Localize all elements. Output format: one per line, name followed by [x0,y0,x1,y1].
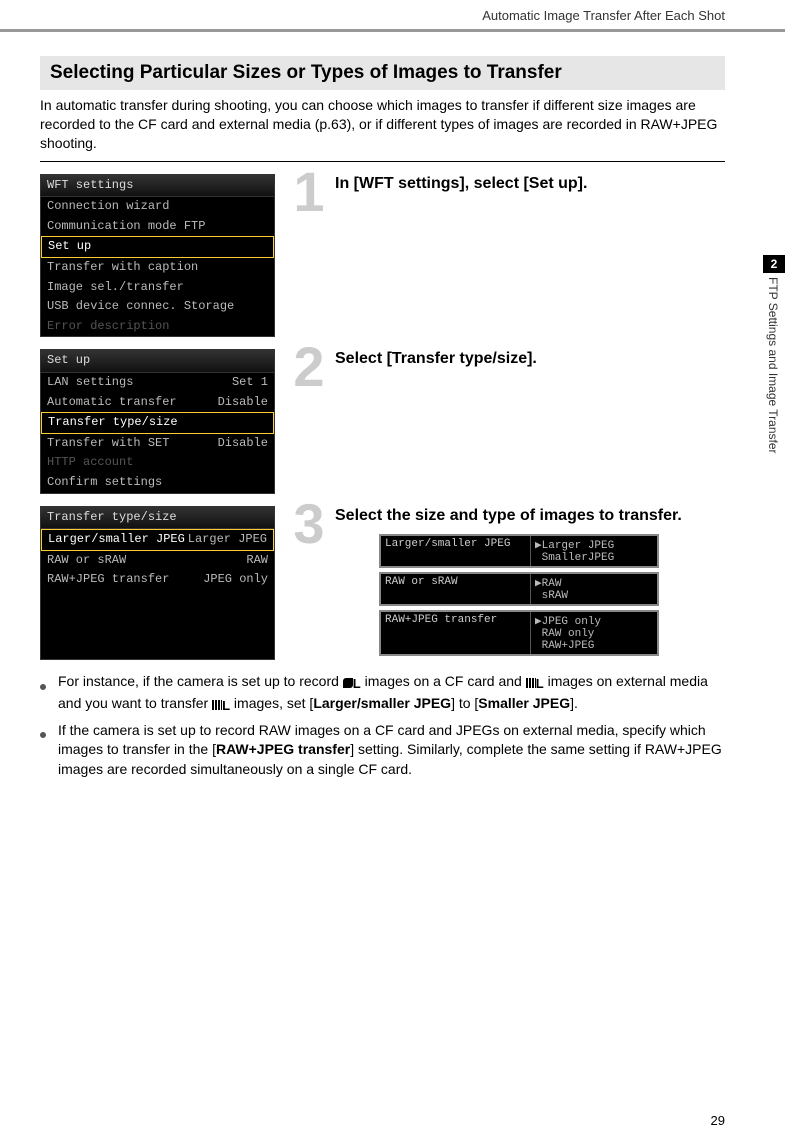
bullet-text: If the camera is set up to record RAW im… [58,721,725,780]
step-heading: Select the size and type of images to tr… [335,506,725,527]
camera-menu-row-label: Automatic transfer [47,395,177,411]
option-popout-label: Larger/smaller JPEG [381,536,531,566]
image-quality-icon: L [212,697,230,715]
step-body: 1In [WFT settings], select [Set up]. [289,174,725,338]
bullet-list: For instance, if the camera is set up to… [40,672,725,779]
camera-menu-title: Transfer type/size [41,507,274,530]
camera-menu-row: Transfer with caption [41,258,274,278]
camera-menu-row: USB device connec. Storage [41,297,274,317]
step-body: 2Select [Transfer type/size]. [289,349,725,493]
step-number: 3 [289,500,329,661]
separator-rule [40,161,725,162]
camera-menu-row: Communication mode FTP [41,217,274,237]
step-text: Select the size and type of images to tr… [335,506,725,661]
bullet-text: For instance, if the camera is set up to… [58,672,725,714]
camera-menu-row: Automatic transfer Disable [41,393,274,413]
camera-menu-row: LAN settings Set 1 [41,373,274,393]
camera-menu-row-label: RAW or sRAW [47,553,126,569]
camera-menu-row: Connection wizard [41,197,274,217]
step: Set up LAN settings Set 1 Automatic transfe… [40,349,725,493]
option-popout-option: RAW+JPEG [535,640,653,652]
camera-menu-screenshot: Transfer type/sizeLarger/smaller JPEGLar… [40,506,275,661]
camera-menu-screenshot: Set up LAN settings Set 1 Automatic transfe… [40,349,275,493]
camera-menu-row-label: Larger/smaller JPEG [48,532,185,548]
camera-menu-title: Set up [41,350,274,373]
camera-menu-row: Image sel./transfer [41,278,274,298]
option-popout: RAW or sRAW▶RAW sRAW [379,572,659,606]
bullet-dot-icon [40,672,50,714]
step-text: In [WFT settings], select [Set up]. [335,174,725,338]
camera-menu-screenshot: WFT settingsConnection wizardCommunicati… [40,174,275,338]
option-popouts: Larger/smaller JPEG▶Larger JPEG SmallerJ… [379,534,725,656]
camera-menu-row-value: JPEG only [203,572,268,588]
bullet-dot-icon [40,721,50,780]
image-quality-icon: L [526,675,544,693]
camera-menu-row-value: Set 1 [232,375,268,391]
section-title-box: Selecting Particular Sizes or Types of I… [40,56,725,90]
camera-menu-row: Confirm settings [41,473,274,493]
camera-menu-row-label: Transfer type/size [48,415,178,431]
option-popout-option: ▶RAW [535,576,653,590]
camera-menu-title: WFT settings [41,175,274,198]
step-heading: In [WFT settings], select [Set up]. [335,174,725,195]
camera-menu-row: RAW+JPEG transfer JPEG only [41,570,274,590]
camera-menu-row: Error description [41,317,274,337]
camera-menu-row-value: Disable [218,395,268,411]
step-number: 1 [289,168,329,338]
step-heading: Select [Transfer type/size]. [335,349,725,370]
option-popout-label: RAW+JPEG transfer [381,612,531,654]
option-popout-option: RAW only [535,628,653,640]
section-title: Selecting Particular Sizes or Types of I… [50,62,715,84]
option-popout-option: ▶JPEG only [535,614,653,628]
image-quality-icon: L [343,675,361,693]
option-popout-options: ▶JPEG only RAW only RAW+JPEG [531,612,657,654]
camera-menu-row-label: RAW+JPEG transfer [47,572,169,588]
camera-menu-row-value: RAW [246,553,268,569]
camera-menu-row: Larger/smaller JPEGLarger JPEG [41,529,274,551]
step-body: 3Select the size and type of images to t… [289,506,725,661]
camera-menu-row-label: HTTP account [47,455,133,471]
option-popout: Larger/smaller JPEG▶Larger JPEG SmallerJ… [379,534,659,568]
step-text: Select [Transfer type/size]. [335,349,725,493]
option-popout-option: sRAW [535,590,653,602]
camera-menu-row-label: Confirm settings [47,475,162,491]
option-popout-options: ▶RAW sRAW [531,574,657,604]
option-popout-option: SmallerJPEG [535,552,653,564]
camera-menu-row-value: Larger JPEG [188,532,267,548]
step: Transfer type/sizeLarger/smaller JPEGLar… [40,506,725,661]
camera-menu-row: HTTP account [41,453,274,473]
bullet-item: For instance, if the camera is set up to… [40,672,725,714]
page-number: 29 [711,1113,725,1128]
option-popout-options: ▶Larger JPEG SmallerJPEG [531,536,657,566]
camera-menu-row: RAW or sRAW RAW [41,551,274,571]
option-popout-option: ▶Larger JPEG [535,538,653,552]
option-popout: RAW+JPEG transfer▶JPEG only RAW only RAW… [379,610,659,656]
camera-menu-row: Transfer type/size [41,412,274,434]
camera-menu-row: Set up [41,236,274,258]
option-popout-label: RAW or sRAW [381,574,531,604]
step: WFT settingsConnection wizardCommunicati… [40,174,725,338]
camera-menu-row-label: LAN settings [47,375,133,391]
running-head: Automatic Image Transfer After Each Shot [0,0,785,23]
step-number: 2 [289,343,329,493]
bullet-item: If the camera is set up to record RAW im… [40,721,725,780]
camera-menu-row: Transfer with SET Disable [41,434,274,454]
camera-menu-row-label: Transfer with SET [47,436,169,452]
camera-menu-row-value: Disable [218,436,268,452]
intro-paragraph: In automatic transfer during shooting, y… [40,96,725,153]
